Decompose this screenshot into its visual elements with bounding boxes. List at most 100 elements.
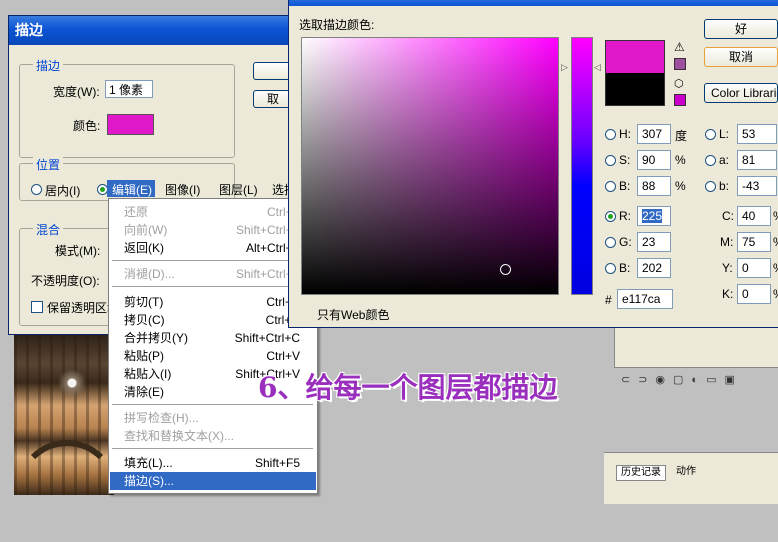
old-color-swatch[interactable] — [605, 73, 665, 106]
menu-item-fade[interactable]: 消褪(D)... Shift+Ctrl+F — [110, 265, 316, 283]
s-radio[interactable] — [605, 155, 616, 166]
brightness-input[interactable]: 88 — [637, 176, 671, 196]
tutorial-caption: 6、给每一个图层都描边 — [258, 371, 558, 404]
color-field-cursor[interactable] — [500, 264, 511, 275]
k-label: K: — [722, 287, 734, 301]
hex-label: # — [605, 293, 612, 307]
width-label: 宽度(W): — [53, 85, 100, 99]
menu-item-fill[interactable]: 填充(L)... Shift+F5 — [110, 454, 316, 472]
cancel-button[interactable]: 取 — [253, 90, 293, 108]
menu-item-cut[interactable]: 剪切(T) Ctrl+X — [110, 293, 316, 311]
c-input[interactable]: 40 — [737, 206, 771, 226]
blue-radio[interactable] — [605, 263, 616, 274]
g-input[interactable]: 23 — [637, 232, 671, 252]
preserve-transparency-checkbox[interactable] — [31, 301, 43, 313]
stroke-dialog-title: 描边 — [9, 16, 305, 45]
c-unit: % — [773, 209, 778, 223]
layers-panel-strip: ⊂⊃◉▢◐▭▣ — [614, 326, 778, 386]
color-picker-titlebar — [289, 0, 778, 6]
l-input[interactable]: 53 — [737, 124, 777, 144]
a-radio[interactable] — [705, 155, 716, 166]
gamut-swatch[interactable] — [674, 58, 686, 70]
menu-item-check-spelling[interactable]: 拼写检查(H)... — [110, 409, 316, 427]
g-radio[interactable] — [605, 237, 616, 248]
stroke-color-swatch[interactable] — [107, 114, 154, 135]
g-label: G: — [619, 235, 632, 249]
stroke-group-title: 描边 — [33, 57, 64, 74]
r-radio[interactable] — [605, 211, 616, 222]
picker-ok-button[interactable]: 好 — [704, 19, 778, 39]
web-safe-swatch[interactable] — [674, 94, 686, 106]
color-field[interactable] — [301, 37, 559, 295]
b-lab-radio[interactable] — [705, 181, 716, 192]
a-input[interactable]: 81 — [737, 150, 777, 170]
y-label: Y: — [722, 261, 733, 275]
m-input[interactable]: 75 — [737, 232, 771, 252]
tab-actions[interactable]: 动作 — [666, 465, 706, 479]
menu-item-undo[interactable]: 还原 Ctrl+Z — [110, 203, 316, 221]
color-libraries-button[interactable]: Color Librarie — [704, 83, 778, 103]
color-label: 颜色: — [73, 119, 101, 133]
h-radio[interactable] — [605, 129, 616, 140]
h-input[interactable]: 307 — [637, 124, 671, 144]
mode-label: 模式(M): — [55, 244, 101, 258]
menu-image[interactable]: 图像(I) — [165, 181, 200, 198]
menu-layer[interactable]: 图层(L) — [219, 181, 258, 198]
blend-group-title: 混合 — [33, 221, 64, 238]
web-cube-icon[interactable]: ⬡ — [674, 77, 684, 90]
l-radio[interactable] — [705, 129, 716, 140]
menu-item-copy-merged[interactable]: 合并拷贝(Y) Shift+Ctrl+C — [110, 329, 316, 347]
s-unit: % — [675, 153, 686, 167]
m-unit: % — [773, 235, 778, 249]
k-input[interactable]: 0 — [737, 284, 771, 304]
menu-item-paste[interactable]: 粘贴(P) Ctrl+V — [110, 347, 316, 365]
menu-item-copy[interactable]: 拷贝(C) Ctrl+C — [110, 311, 316, 329]
menu-edit[interactable]: 编辑(E) — [112, 181, 152, 198]
layer-icon-row[interactable]: ⊂⊃◉▢◐▭▣ — [621, 373, 771, 386]
menu-separator — [112, 448, 313, 449]
width-input[interactable]: 1 像素 — [105, 80, 153, 98]
hue-slider-left-arrow-icon[interactable]: ▷ — [561, 62, 568, 73]
tab-history[interactable]: 历史记录 — [616, 465, 666, 481]
menu-item-find-replace[interactable]: 查找和替换文本(X)... — [110, 427, 316, 445]
history-panel: 历史记录 动作 — [604, 452, 778, 504]
menu-item-stroke[interactable]: 描边(S)... — [110, 472, 316, 490]
inside-radio[interactable] — [31, 184, 42, 195]
y-unit: % — [773, 261, 778, 275]
brightness-radio[interactable] — [605, 181, 616, 192]
canvas-image-arc — [16, 440, 118, 542]
ok-button[interactable] — [253, 62, 293, 80]
picker-cancel-button[interactable]: 取消 — [704, 47, 778, 67]
r-input[interactable]: 225 — [637, 206, 671, 226]
brightness-label: B: — [619, 179, 631, 193]
location-group-title: 位置 — [33, 156, 64, 173]
hue-slider[interactable] — [571, 37, 593, 295]
blue-input[interactable]: 202 — [637, 258, 671, 278]
edit-menu: 还原 Ctrl+Z 向前(W) Shift+Ctrl+Z 返回(K) Alt+Ctrl… — [108, 198, 318, 494]
s-label: S: — [619, 153, 631, 167]
m-label: M: — [720, 235, 734, 249]
blue-label: B: — [619, 261, 631, 275]
a-label: a: — [719, 153, 730, 167]
brightness-unit: % — [675, 179, 686, 193]
inside-label: 居内(I) — [45, 184, 81, 198]
menu-item-step-backward[interactable]: 返回(K) Alt+Ctrl+Z — [110, 239, 316, 257]
picker-heading: 选取描边颜色: — [299, 18, 375, 32]
r-label: R: — [619, 209, 631, 223]
hex-input[interactable]: e117ca — [617, 289, 673, 309]
l-label: L: — [719, 127, 730, 141]
h-label: H: — [619, 127, 631, 141]
color-picker-dialog: 选取描边颜色: ▷ ◁ ⚠ ⬡ 好 取消 Color Librarie H: 3… — [288, 0, 778, 328]
stroke-group — [19, 64, 235, 158]
menu-item-step-forward[interactable]: 向前(W) Shift+Ctrl+Z — [110, 221, 316, 239]
k-unit: % — [773, 287, 778, 301]
y-input[interactable]: 0 — [737, 258, 771, 278]
s-input[interactable]: 90 — [637, 150, 671, 170]
hue-slider-right-arrow-icon[interactable]: ◁ — [594, 62, 601, 73]
new-color-swatch — [605, 40, 665, 74]
warning-icon[interactable]: ⚠ — [674, 40, 685, 54]
c-label: C: — [722, 209, 734, 223]
menu-separator — [112, 286, 313, 287]
b-lab-input[interactable]: -43 — [737, 176, 777, 196]
r-input-value: 225 — [642, 209, 663, 223]
